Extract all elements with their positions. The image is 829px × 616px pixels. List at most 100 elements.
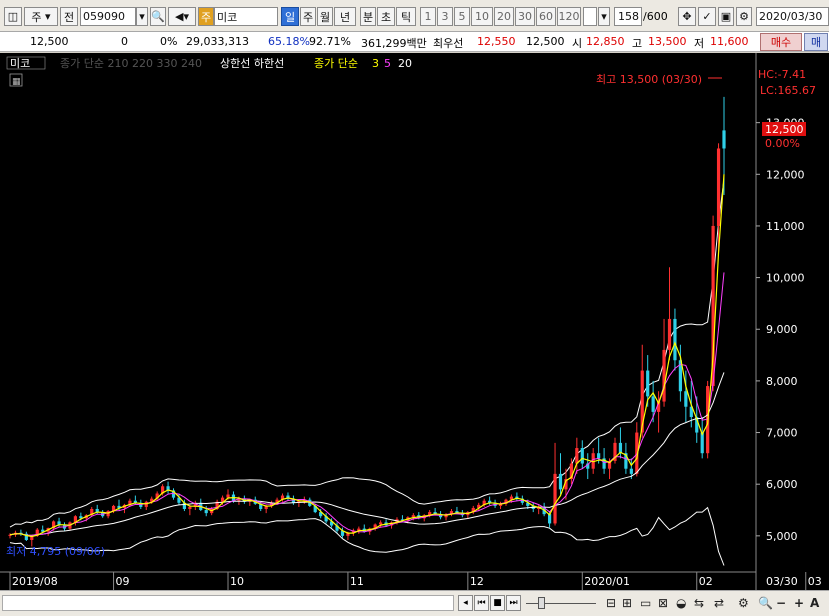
volume: 29,033,313 bbox=[186, 35, 249, 48]
legend-name: 미코 bbox=[10, 57, 30, 70]
top-toolbar: ◫ 주 ▾ 전 059090 ▾ 🔍 ◀▾ 주 미코 일 주 월 년 분 초 틱… bbox=[0, 0, 829, 32]
expand-chart-icon[interactable]: ⊞ bbox=[622, 595, 632, 611]
candle-body bbox=[226, 494, 230, 498]
search-icon[interactable]: 🔍 bbox=[150, 7, 166, 26]
chart-scroll-track[interactable] bbox=[2, 595, 454, 611]
price-tick-label: 10,000 bbox=[766, 272, 805, 285]
period-custom-input[interactable] bbox=[583, 7, 597, 26]
num-60[interactable]: 60 bbox=[536, 7, 556, 26]
zoom-slider-track bbox=[526, 603, 596, 604]
zoom-slider-thumb[interactable] bbox=[538, 597, 545, 609]
price-tick-label: 9,000 bbox=[766, 323, 798, 336]
theme-icon[interactable]: ◒ bbox=[676, 595, 686, 611]
settings-icon[interactable]: ⚙ bbox=[738, 595, 749, 611]
best-quote-label: 최우선 bbox=[433, 37, 464, 50]
num-120[interactable]: 120 bbox=[557, 7, 581, 26]
crosshair-icon[interactable]: ✥ bbox=[678, 7, 696, 26]
period-year[interactable]: 년 bbox=[334, 7, 356, 26]
hc-label: HC:-7.41 bbox=[758, 68, 806, 81]
sell-button[interactable]: 매 bbox=[804, 33, 828, 51]
minimize-chart-icon[interactable]: ⊟ bbox=[606, 595, 616, 611]
candle-body bbox=[667, 318, 672, 350]
type-select[interactable]: 주 ▾ bbox=[24, 7, 58, 26]
last-page-button[interactable]: ⏭ bbox=[506, 595, 521, 611]
bottom-toolbar: ◂ ⏮ ■ ⏭ ⊟ ⊞ ▭ ⊠ ◒ ⇆ ⇄ ⚙ 🔍 − + A bbox=[0, 590, 829, 616]
first-page-button[interactable]: ⏮ bbox=[474, 595, 489, 611]
num-20[interactable]: 20 bbox=[494, 7, 514, 26]
legend-bands: 상한선 하한선 bbox=[220, 56, 284, 70]
zoom-out-button[interactable]: − bbox=[776, 595, 786, 611]
high-annotation: 최고 13,500 (03/30) bbox=[596, 73, 702, 86]
low-price: 11,600 bbox=[710, 35, 749, 48]
best-ask: 12,550 bbox=[477, 35, 516, 48]
num-3[interactable]: 3 bbox=[437, 7, 453, 26]
open-price: 12,850 bbox=[586, 35, 625, 48]
volume-ratio: 92.71% bbox=[309, 35, 351, 48]
zoom-in-button[interactable]: + bbox=[794, 595, 804, 611]
candle-body bbox=[575, 448, 579, 464]
chart-window: ◫ 주 ▾ 전 059090 ▾ 🔍 ◀▾ 주 미코 일 주 월 년 분 초 틱… bbox=[0, 0, 829, 616]
num-10[interactable]: 10 bbox=[471, 7, 493, 26]
date-tick-label: 03/30 bbox=[766, 575, 798, 588]
candle-body bbox=[651, 396, 655, 412]
date-tick-label: 09 bbox=[116, 575, 130, 588]
num-1[interactable]: 1 bbox=[420, 7, 436, 26]
price-tick-label: 11,000 bbox=[766, 220, 805, 233]
date-tick-label: 11 bbox=[350, 575, 364, 588]
price-change: 0 bbox=[121, 35, 128, 48]
font-size-button[interactable]: A bbox=[810, 595, 819, 611]
swap-icon[interactable]: ⇄ bbox=[714, 595, 724, 611]
candle-body bbox=[662, 349, 666, 402]
date-tick-label: 03 bbox=[808, 575, 822, 588]
layout-icon[interactable]: ◫ bbox=[4, 7, 22, 26]
period-tick[interactable]: 틱 bbox=[396, 7, 416, 26]
stop-button[interactable]: ■ bbox=[490, 595, 505, 611]
candle-body bbox=[204, 510, 208, 514]
period-week[interactable]: 주 bbox=[300, 7, 316, 26]
legend-ma-label: 종가 단순 bbox=[314, 57, 358, 70]
num-30[interactable]: 30 bbox=[515, 7, 535, 26]
buy-button[interactable]: 매수 bbox=[760, 33, 802, 51]
period-dropdown-icon[interactable]: ▾ bbox=[598, 7, 610, 26]
stock-name-field[interactable]: 미코 bbox=[214, 7, 278, 26]
pct-tag: 0.00% bbox=[765, 137, 800, 150]
current-price: 12,500 bbox=[30, 35, 69, 48]
price-tick-label: 7,000 bbox=[766, 427, 798, 440]
legend-ma5: 5 bbox=[384, 57, 391, 70]
jeon-button[interactable]: 전 bbox=[60, 7, 78, 26]
candle-body bbox=[597, 453, 601, 459]
stock-badge: 주 bbox=[198, 7, 214, 26]
date-tick-label: 2020/01 bbox=[584, 575, 630, 588]
date-field[interactable]: 2020/03/30 bbox=[756, 7, 829, 26]
code-dropdown-icon[interactable]: ▾ bbox=[136, 7, 148, 26]
close-pane-icon[interactable]: ⊠ bbox=[658, 595, 668, 611]
trade-amount: 361,299백만 bbox=[361, 37, 427, 50]
check-icon[interactable]: ✓ bbox=[698, 7, 716, 26]
period-minute[interactable]: 분 bbox=[360, 7, 376, 26]
change-percent: 0% bbox=[160, 35, 178, 48]
price-chart[interactable]: 13,00012,00011,00010,0009,0008,0007,0006… bbox=[0, 53, 829, 590]
legend-ma3: 3 bbox=[372, 57, 379, 70]
sound-icon[interactable]: ◀▾ bbox=[168, 7, 196, 26]
scroll-left-button[interactable]: ◂ bbox=[458, 595, 473, 611]
count-input[interactable]: 158 bbox=[614, 7, 642, 26]
period-day[interactable]: 일 bbox=[281, 7, 299, 26]
gear-icon[interactable]: ⚙ bbox=[736, 7, 752, 26]
count-max: /600 bbox=[643, 10, 668, 23]
zoom-icon[interactable]: 🔍 bbox=[758, 595, 773, 611]
legend-ma20: 20 bbox=[398, 57, 412, 70]
date-tick-label: 10 bbox=[230, 575, 244, 588]
candle-body bbox=[629, 468, 633, 474]
period-second[interactable]: 초 bbox=[377, 7, 395, 26]
save-icon[interactable]: ▣ bbox=[718, 7, 734, 26]
best-bid: 12,500 bbox=[526, 35, 565, 48]
candle-body bbox=[558, 473, 563, 490]
high-price: 13,500 bbox=[648, 35, 687, 48]
frame-icon[interactable]: ▭ bbox=[640, 595, 651, 611]
zoom-slider[interactable] bbox=[526, 596, 596, 610]
candle-body bbox=[646, 370, 650, 397]
sync-icon[interactable]: ⇆ bbox=[694, 595, 704, 611]
period-month[interactable]: 월 bbox=[317, 7, 333, 26]
num-5[interactable]: 5 bbox=[454, 7, 470, 26]
code-input[interactable]: 059090 bbox=[80, 7, 136, 26]
